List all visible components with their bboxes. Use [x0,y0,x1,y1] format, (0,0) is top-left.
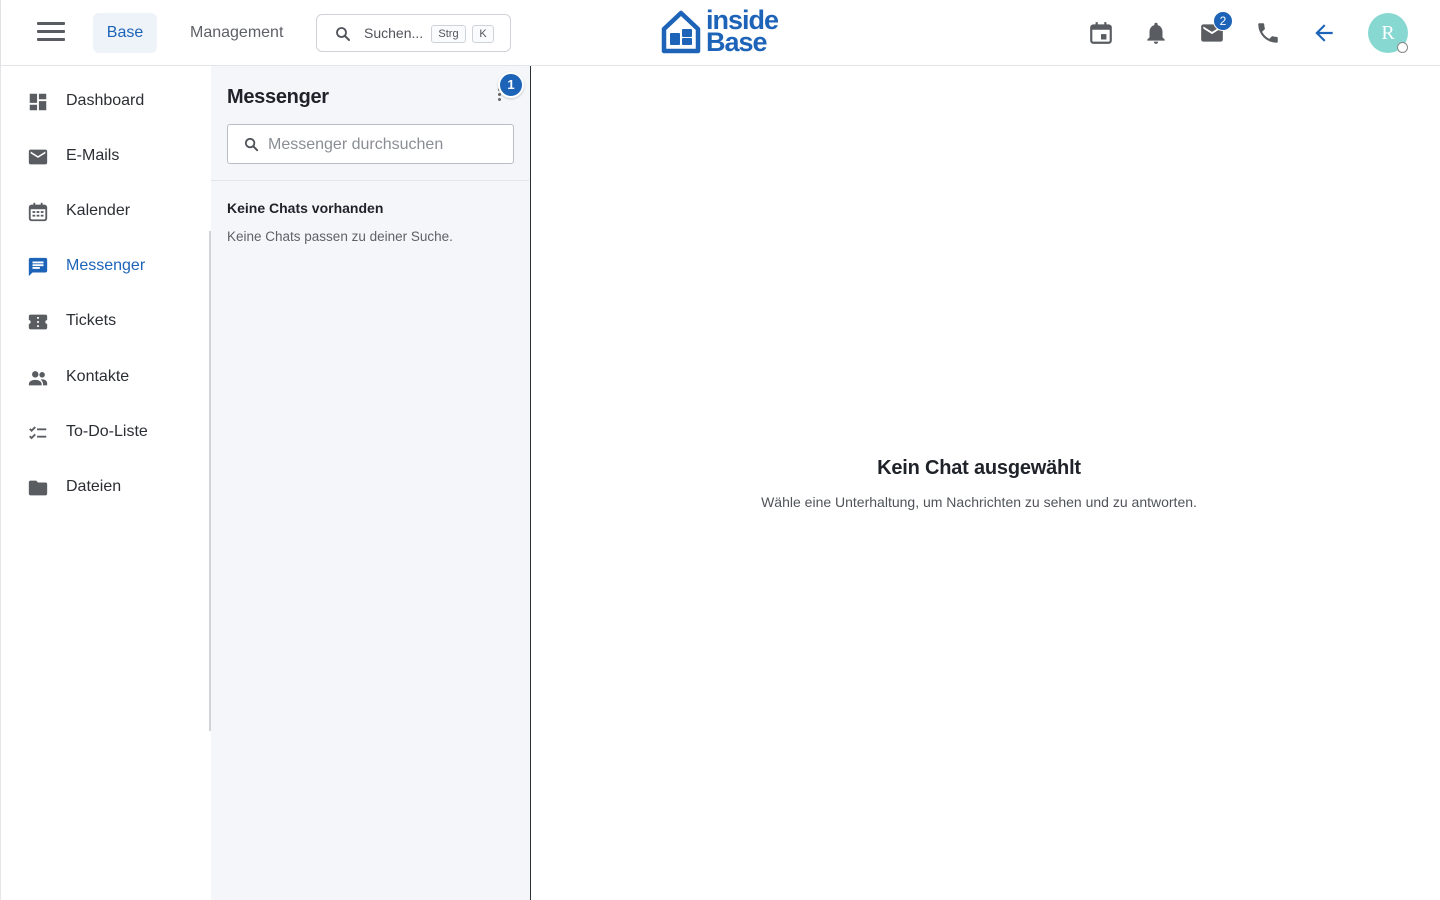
sidebar-item-label: Kontakte [66,368,130,385]
messenger-search [227,124,514,164]
tab-management[interactable]: Management [174,13,299,53]
sidebar-item-tickets[interactable]: Tickets [1,299,209,343]
empty-state-subtitle: Keine Chats passen zu deiner Suche. [227,229,453,244]
sidebar-item-label: Dashboard [66,92,145,109]
sidebar-item-label: Kalender [66,202,131,219]
chat-main-area: Kein Chat ausgewählt Wähle eine Unterhal… [532,66,1440,900]
messenger-search-input[interactable] [268,134,503,156]
checklist-icon [29,426,47,440]
no-chat-selected-subtitle: Wähle eine Unterhaltung, um Nachrichten … [761,494,1197,510]
divider [211,180,529,181]
ticket-icon [28,314,48,330]
presence-status-indicator [1397,42,1408,53]
sidebar-item-label: E-Mails [66,147,120,164]
search-placeholder: Suchen... [364,25,424,41]
people-icon [28,371,48,386]
tab-base[interactable]: Base [93,13,157,53]
sidebar-item-label: Messenger [66,257,146,274]
mail-count-badge: 2 [1213,11,1233,31]
no-chat-selected-title: Kein Chat ausgewählt [877,457,1081,479]
sidebar-item-todo[interactable]: To-Do-Liste [1,410,209,454]
sidebar-item-label: Dateien [66,478,122,495]
sidebar-item-kalender[interactable]: Kalender [1,189,209,233]
global-search-button[interactable]: Suchen... Strg K [316,14,511,52]
sidebar-item-dateien[interactable]: Dateien [1,465,209,509]
insidebase-logo[interactable]: inside Base [660,7,784,57]
sidebar-item-dashboard[interactable]: Dashboard [1,79,209,123]
messenger-panel: Messenger 1 Keine Chats vorhanden Keine … [211,66,531,900]
phone-icon[interactable] [1255,20,1281,46]
calendar-icon [28,202,48,222]
hamburger-menu-icon[interactable] [37,22,65,44]
sidebar-nav: Dashboard E-Mails Kalender Messenger Tic… [1,66,211,900]
sidebar-item-emails[interactable]: E-Mails [1,134,209,178]
sidebar-item-messenger[interactable]: Messenger [1,244,209,288]
sidebar-item-label: To-Do-Liste [66,423,148,440]
house-logo-icon [661,10,701,54]
search-icon [244,137,259,152]
bell-icon[interactable] [1143,20,1169,46]
shortcut-modifier-key: Strg [431,25,466,43]
mail-icon [28,149,48,165]
sidebar-item-kontakte[interactable]: Kontakte [1,355,209,399]
chat-icon [28,257,48,277]
sidebar-item-label: Tickets [66,312,117,329]
shortcut-key: K [472,25,494,43]
top-bar: Base Management Suchen... Strg K inside … [1,0,1440,66]
folder-icon [28,480,48,496]
messenger-title: Messenger [227,86,329,108]
calendar-icon[interactable] [1088,20,1114,46]
arrow-back-icon[interactable] [1311,20,1337,46]
search-icon [336,27,350,41]
empty-state-title: Keine Chats vorhanden [227,200,384,216]
dashboard-icon [29,93,47,111]
messenger-badge: 1 [498,72,524,98]
